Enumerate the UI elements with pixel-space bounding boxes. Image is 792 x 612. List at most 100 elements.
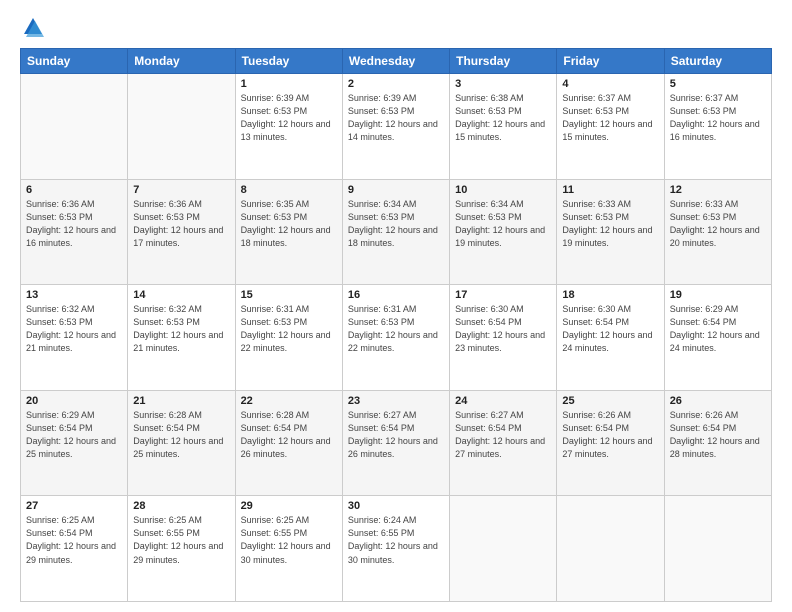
week-row-0: 1 Sunrise: 6:39 AM Sunset: 6:53 PM Daylig… (21, 74, 772, 180)
day-number: 29 (241, 500, 337, 512)
logo (20, 16, 44, 38)
calendar-table: SundayMondayTuesdayWednesdayThursdayFrid… (20, 48, 772, 602)
day-header-monday: Monday (128, 49, 235, 74)
calendar-cell: 28 Sunrise: 6:25 AM Sunset: 6:55 PM Dayli… (128, 496, 235, 602)
day-number: 19 (670, 289, 766, 301)
day-info: Sunrise: 6:28 AM Sunset: 6:54 PM Dayligh… (241, 409, 337, 461)
calendar-cell: 14Sunrise: 6:32 AM Sunset: 6:53 PM Dayli… (128, 285, 235, 391)
day-header-thursday: Thursday (450, 49, 557, 74)
day-info: Sunrise: 6:34 AM Sunset: 6:53 PM Dayligh… (348, 198, 444, 250)
calendar-cell: 19Sunrise: 6:29 AM Sunset: 6:54 PM Dayli… (664, 285, 771, 391)
calendar-cell: 10Sunrise: 6:34 AM Sunset: 6:53 PM Dayli… (450, 179, 557, 285)
day-info: Sunrise: 6:32 AM Sunset: 6:53 PM Dayligh… (133, 303, 229, 355)
day-info: Sunrise: 6:37 AM Sunset: 6:53 PM Dayligh… (670, 92, 766, 144)
day-number: 30 (348, 500, 444, 512)
day-number: 27 (26, 500, 122, 512)
calendar-cell: 15 Sunrise: 6:31 AM Sunset: 6:53 PM Dayli… (235, 285, 342, 391)
day-info: Sunrise: 6:30 AM Sunset: 6:54 PM Dayligh… (455, 303, 551, 355)
calendar-cell: 1 Sunrise: 6:39 AM Sunset: 6:53 PM Daylig… (235, 74, 342, 180)
day-header-saturday: Saturday (664, 49, 771, 74)
day-info: Sunrise: 6:36 AM Sunset: 6:53 PM Dayligh… (26, 198, 122, 250)
day-number: 25 (562, 395, 658, 407)
day-info: Sunrise: 6:32 AM Sunset: 6:53 PM Dayligh… (26, 303, 122, 355)
day-number: 18 (562, 289, 658, 301)
calendar-cell: 7 Sunrise: 6:36 AM Sunset: 6:53 PM Daylig… (128, 179, 235, 285)
day-header-tuesday: Tuesday (235, 49, 342, 74)
calendar-cell (128, 74, 235, 180)
day-number: 13 (26, 289, 122, 301)
calendar-cell: 27Sunrise: 6:25 AM Sunset: 6:54 PM Dayli… (21, 496, 128, 602)
day-info: Sunrise: 6:26 AM Sunset: 6:54 PM Dayligh… (562, 409, 658, 461)
day-number: 12 (670, 184, 766, 196)
day-number: 22 (241, 395, 337, 407)
day-number: 4 (562, 78, 658, 90)
calendar-cell: 6Sunrise: 6:36 AM Sunset: 6:53 PM Daylig… (21, 179, 128, 285)
day-number: 5 (670, 78, 766, 90)
calendar-cell: 23 Sunrise: 6:27 AM Sunset: 6:54 PM Dayli… (342, 390, 449, 496)
calendar-cell: 12 Sunrise: 6:33 AM Sunset: 6:53 PM Dayli… (664, 179, 771, 285)
calendar-cell: 13 Sunrise: 6:32 AM Sunset: 6:53 PM Dayli… (21, 285, 128, 391)
day-info: Sunrise: 6:27 AM Sunset: 6:54 PM Dayligh… (348, 409, 444, 461)
day-info: Sunrise: 6:36 AM Sunset: 6:53 PM Dayligh… (133, 198, 229, 250)
day-info: Sunrise: 6:33 AM Sunset: 6:53 PM Dayligh… (562, 198, 658, 250)
day-info: Sunrise: 6:31 AM Sunset: 6:53 PM Dayligh… (348, 303, 444, 355)
day-info: Sunrise: 6:29 AM Sunset: 6:54 PM Dayligh… (26, 409, 122, 461)
week-row-1: 6Sunrise: 6:36 AM Sunset: 6:53 PM Daylig… (21, 179, 772, 285)
week-row-4: 27Sunrise: 6:25 AM Sunset: 6:54 PM Dayli… (21, 496, 772, 602)
day-number: 2 (348, 78, 444, 90)
calendar-cell: 21 Sunrise: 6:28 AM Sunset: 6:54 PM Dayli… (128, 390, 235, 496)
day-info: Sunrise: 6:39 AM Sunset: 6:53 PM Dayligh… (241, 92, 337, 144)
day-number: 21 (133, 395, 229, 407)
day-number: 23 (348, 395, 444, 407)
calendar-cell: 9 Sunrise: 6:34 AM Sunset: 6:53 PM Daylig… (342, 179, 449, 285)
day-number: 3 (455, 78, 551, 90)
week-row-2: 13 Sunrise: 6:32 AM Sunset: 6:53 PM Dayli… (21, 285, 772, 391)
day-number: 8 (241, 184, 337, 196)
calendar-cell: 8 Sunrise: 6:35 AM Sunset: 6:53 PM Daylig… (235, 179, 342, 285)
day-number: 7 (133, 184, 229, 196)
day-info: Sunrise: 6:38 AM Sunset: 6:53 PM Dayligh… (455, 92, 551, 144)
day-info: Sunrise: 6:28 AM Sunset: 6:54 PM Dayligh… (133, 409, 229, 461)
day-info: Sunrise: 6:27 AM Sunset: 6:54 PM Dayligh… (455, 409, 551, 461)
logo-icon (22, 16, 44, 38)
calendar-cell: 16 Sunrise: 6:31 AM Sunset: 6:53 PM Dayli… (342, 285, 449, 391)
calendar-cell: 30 Sunrise: 6:24 AM Sunset: 6:55 PM Dayli… (342, 496, 449, 602)
calendar-cell: 29 Sunrise: 6:25 AM Sunset: 6:55 PM Dayli… (235, 496, 342, 602)
calendar-cell: 25 Sunrise: 6:26 AM Sunset: 6:54 PM Dayli… (557, 390, 664, 496)
page: SundayMondayTuesdayWednesdayThursdayFrid… (0, 0, 792, 612)
day-info: Sunrise: 6:33 AM Sunset: 6:53 PM Dayligh… (670, 198, 766, 250)
calendar-cell: 26 Sunrise: 6:26 AM Sunset: 6:54 PM Dayli… (664, 390, 771, 496)
day-number: 15 (241, 289, 337, 301)
day-number: 9 (348, 184, 444, 196)
day-info: Sunrise: 6:24 AM Sunset: 6:55 PM Dayligh… (348, 514, 444, 566)
day-number: 24 (455, 395, 551, 407)
day-info: Sunrise: 6:39 AM Sunset: 6:53 PM Dayligh… (348, 92, 444, 144)
day-header-friday: Friday (557, 49, 664, 74)
calendar-cell: 20Sunrise: 6:29 AM Sunset: 6:54 PM Dayli… (21, 390, 128, 496)
calendar-cell: 24 Sunrise: 6:27 AM Sunset: 6:54 PM Dayli… (450, 390, 557, 496)
day-number: 17 (455, 289, 551, 301)
day-info: Sunrise: 6:25 AM Sunset: 6:55 PM Dayligh… (241, 514, 337, 566)
day-header-wednesday: Wednesday (342, 49, 449, 74)
calendar-cell: 3 Sunrise: 6:38 AM Sunset: 6:53 PM Daylig… (450, 74, 557, 180)
day-info: Sunrise: 6:25 AM Sunset: 6:55 PM Dayligh… (133, 514, 229, 566)
day-info: Sunrise: 6:37 AM Sunset: 6:53 PM Dayligh… (562, 92, 658, 144)
day-number: 11 (562, 184, 658, 196)
day-number: 10 (455, 184, 551, 196)
calendar-cell: 11 Sunrise: 6:33 AM Sunset: 6:53 PM Dayli… (557, 179, 664, 285)
day-info: Sunrise: 6:30 AM Sunset: 6:54 PM Dayligh… (562, 303, 658, 355)
calendar-cell: 4 Sunrise: 6:37 AM Sunset: 6:53 PM Daylig… (557, 74, 664, 180)
day-number: 16 (348, 289, 444, 301)
calendar-cell (450, 496, 557, 602)
day-info: Sunrise: 6:31 AM Sunset: 6:53 PM Dayligh… (241, 303, 337, 355)
calendar-cell (21, 74, 128, 180)
days-header-row: SundayMondayTuesdayWednesdayThursdayFrid… (21, 49, 772, 74)
day-number: 1 (241, 78, 337, 90)
day-header-sunday: Sunday (21, 49, 128, 74)
day-number: 26 (670, 395, 766, 407)
day-number: 28 (133, 500, 229, 512)
day-info: Sunrise: 6:35 AM Sunset: 6:53 PM Dayligh… (241, 198, 337, 250)
calendar-cell: 17 Sunrise: 6:30 AM Sunset: 6:54 PM Dayli… (450, 285, 557, 391)
calendar-cell: 22 Sunrise: 6:28 AM Sunset: 6:54 PM Dayli… (235, 390, 342, 496)
day-info: Sunrise: 6:26 AM Sunset: 6:54 PM Dayligh… (670, 409, 766, 461)
